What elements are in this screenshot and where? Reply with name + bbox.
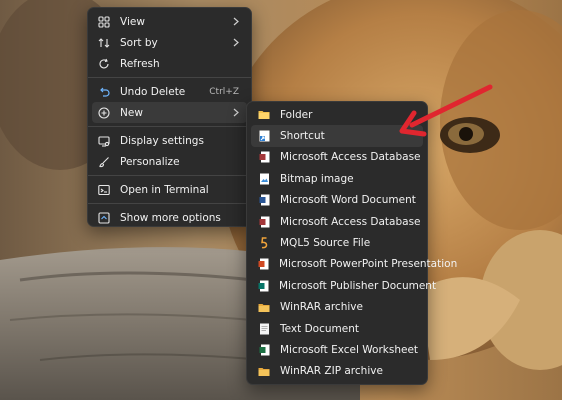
bitmap-file-icon — [258, 173, 270, 185]
menu-item-label: Show more options — [120, 211, 221, 224]
menu-item-label: Refresh — [120, 57, 160, 70]
access-file-icon — [258, 151, 270, 163]
menu-item-new[interactable]: New — [92, 102, 247, 123]
brush-icon — [98, 156, 110, 168]
menu-item-undo-delete[interactable]: Undo Delete Ctrl+Z — [92, 81, 247, 102]
menu-item-label: Microsoft Access Database — [280, 151, 421, 164]
excel-file-icon — [258, 344, 270, 356]
menu-item-label: View — [120, 15, 145, 28]
winrar-zip-icon — [258, 365, 270, 377]
menu-item-label: Personalize — [120, 155, 180, 168]
mql5-file-icon — [258, 237, 270, 249]
menu-item-sort-by[interactable]: Sort by — [92, 32, 247, 53]
menu-item-label: Folder — [280, 108, 313, 121]
chevron-right-icon — [233, 38, 239, 47]
grid-icon — [98, 15, 110, 28]
terminal-icon — [98, 184, 110, 196]
menu-separator — [88, 77, 251, 78]
shortcut-hint: Ctrl+Z — [209, 86, 239, 97]
menu-item-refresh[interactable]: Refresh — [92, 53, 247, 74]
powerpoint-file-icon — [258, 258, 269, 270]
winrar-icon — [258, 301, 270, 313]
display-icon — [98, 135, 110, 147]
menu-item-label: New — [120, 106, 143, 119]
new-item-access-database[interactable]: Microsoft Access Database — [251, 147, 423, 168]
word-file-icon — [258, 194, 270, 206]
refresh-icon — [98, 58, 110, 70]
new-item-winrar-archive[interactable]: WinRAR archive — [251, 297, 423, 318]
new-item-text-document[interactable]: Text Document — [251, 318, 423, 339]
menu-item-label: Undo Delete — [120, 85, 186, 98]
menu-item-label: MQL5 Source File — [280, 237, 371, 250]
menu-item-view[interactable]: View — [92, 11, 247, 32]
menu-item-label: WinRAR ZIP archive — [280, 365, 383, 378]
new-item-excel-worksheet[interactable]: Microsoft Excel Worksheet — [251, 339, 423, 360]
menu-item-label: Shortcut — [280, 130, 325, 143]
new-item-access-database-2[interactable]: Microsoft Access Database — [251, 211, 423, 232]
menu-item-show-more-options[interactable]: Show more options — [92, 207, 247, 228]
menu-item-label: Microsoft Access Database — [280, 215, 421, 228]
menu-item-open-in-terminal[interactable]: Open in Terminal — [92, 179, 247, 200]
new-item-bitmap-image[interactable]: Bitmap image — [251, 168, 423, 189]
menu-separator — [88, 126, 251, 127]
new-item-publisher[interactable]: Microsoft Publisher Document — [251, 275, 436, 296]
menu-item-label: Bitmap image — [280, 172, 354, 185]
desktop-context-menu: View Sort by Refresh Undo Delete Ctrl+Z … — [87, 7, 252, 227]
new-item-word-document[interactable]: Microsoft Word Document — [251, 190, 423, 211]
more-options-icon — [98, 211, 110, 224]
new-item-shortcut[interactable]: Shortcut — [251, 125, 423, 147]
new-item-winrar-zip[interactable]: WinRAR ZIP archive — [251, 361, 423, 382]
menu-item-label: Text Document — [280, 322, 359, 335]
menu-item-label: Microsoft Publisher Document — [279, 279, 437, 292]
new-item-mql5-source[interactable]: MQL5 Source File — [251, 232, 423, 253]
shortcut-icon — [258, 130, 270, 142]
new-item-powerpoint[interactable]: Microsoft PowerPoint Presentation — [251, 254, 457, 275]
menu-item-label: Sort by — [120, 36, 158, 49]
menu-item-personalize[interactable]: Personalize — [92, 151, 247, 172]
text-file-icon — [258, 323, 270, 335]
plus-circle-icon — [98, 106, 110, 119]
access-file-icon — [258, 216, 270, 228]
menu-item-label: Open in Terminal — [120, 183, 209, 196]
folder-icon — [258, 109, 270, 121]
publisher-file-icon — [258, 280, 269, 292]
chevron-right-icon — [233, 17, 239, 26]
menu-separator — [88, 203, 251, 204]
menu-item-label: Microsoft Word Document — [280, 194, 416, 207]
menu-item-label: Microsoft PowerPoint Presentation — [279, 258, 458, 271]
new-submenu: Folder Shortcut Microsoft Access Databas… — [246, 101, 457, 385]
chevron-right-icon — [233, 108, 239, 117]
sort-icon — [98, 37, 110, 49]
undo-icon — [98, 86, 110, 98]
menu-item-label: Microsoft Excel Worksheet — [280, 343, 419, 356]
menu-separator — [88, 175, 251, 176]
menu-item-label: WinRAR archive — [280, 301, 363, 314]
menu-item-display-settings[interactable]: Display settings — [92, 130, 247, 151]
menu-item-label: Display settings — [120, 134, 204, 147]
new-item-folder[interactable]: Folder — [251, 104, 423, 125]
